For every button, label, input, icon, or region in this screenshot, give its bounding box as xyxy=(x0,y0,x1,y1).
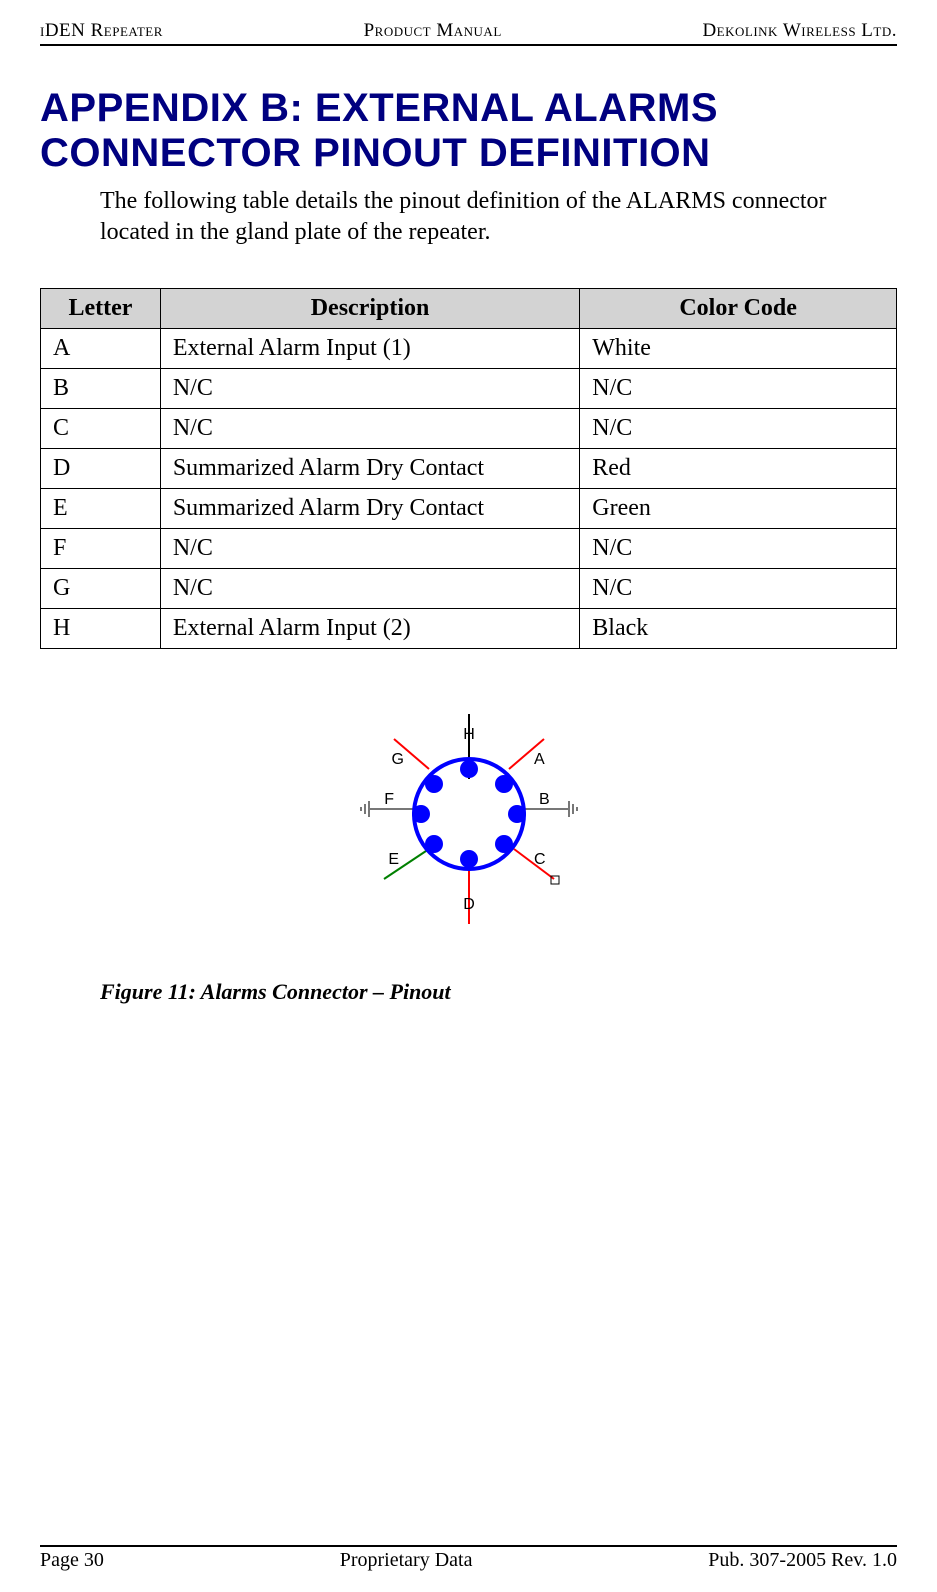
header-color-code: Color Code xyxy=(580,289,897,329)
pin-label-f: F xyxy=(384,791,394,808)
connector-diagram-icon: H A B C D E F G xyxy=(339,709,599,939)
pin-label-a: A xyxy=(534,751,545,768)
cell-desc: External Alarm Input (2) xyxy=(160,609,579,649)
table-row: D Summarized Alarm Dry Contact Red xyxy=(41,449,897,489)
cell-color: Green xyxy=(580,489,897,529)
footer-pub: Pub. 307-2005 Rev. 1.0 xyxy=(708,1549,897,1572)
table-row: A External Alarm Input (1) White xyxy=(41,329,897,369)
table-row: G N/C N/C xyxy=(41,569,897,609)
header-right: Dekolink Wireless Ltd. xyxy=(702,20,897,42)
table-row: E Summarized Alarm Dry Contact Green xyxy=(41,489,897,529)
pinout-table: Letter Description Color Code A External… xyxy=(40,288,897,649)
cell-desc: N/C xyxy=(160,569,579,609)
table-row: H External Alarm Input (2) Black xyxy=(41,609,897,649)
cell-color: White xyxy=(580,329,897,369)
intro-paragraph: The following table details the pinout d… xyxy=(100,186,897,248)
table-row: F N/C N/C xyxy=(41,529,897,569)
cell-desc: N/C xyxy=(160,409,579,449)
cell-desc: N/C xyxy=(160,529,579,569)
cell-desc: N/C xyxy=(160,369,579,409)
appendix-title: APPENDIX B: EXTERNAL ALARMS CONNECTOR PI… xyxy=(40,86,897,176)
cell-letter: G xyxy=(41,569,161,609)
cell-letter: H xyxy=(41,609,161,649)
title-line-1: APPENDIX B: EXTERNAL ALARMS xyxy=(40,86,718,130)
figure-caption: Figure 11: Alarms Connector – Pinout xyxy=(100,979,897,1005)
cell-letter: D xyxy=(41,449,161,489)
connector-figure: H A B C D E F G xyxy=(40,709,897,939)
page-header: iDEN Repeater Product Manual Dekolink Wi… xyxy=(40,20,897,46)
cell-desc: Summarized Alarm Dry Contact xyxy=(160,489,579,529)
header-description: Description xyxy=(160,289,579,329)
cell-color: N/C xyxy=(580,569,897,609)
footer-proprietary: Proprietary Data xyxy=(104,1549,708,1572)
cell-color: N/C xyxy=(580,409,897,449)
table-row: B N/C N/C xyxy=(41,369,897,409)
table-row: C N/C N/C xyxy=(41,409,897,449)
table-header-row: Letter Description Color Code xyxy=(41,289,897,329)
title-line-2: CONNECTOR PINOUT DEFINITION xyxy=(40,131,711,175)
cell-letter: A xyxy=(41,329,161,369)
cell-letter: E xyxy=(41,489,161,529)
pin-label-e: E xyxy=(388,851,399,868)
header-left: iDEN Repeater xyxy=(40,20,163,42)
cell-letter: B xyxy=(41,369,161,409)
pin-label-d: D xyxy=(463,896,475,913)
cell-color: Black xyxy=(580,609,897,649)
page-footer: Page 30 Proprietary Data Pub. 307-2005 R… xyxy=(40,1545,897,1572)
cell-color: N/C xyxy=(580,529,897,569)
cell-desc: Summarized Alarm Dry Contact xyxy=(160,449,579,489)
cell-color: N/C xyxy=(580,369,897,409)
header-center: Product Manual xyxy=(163,20,703,42)
footer-page: Page 30 xyxy=(40,1549,104,1572)
pin-label-h: H xyxy=(463,726,475,743)
cell-color: Red xyxy=(580,449,897,489)
cell-letter: C xyxy=(41,409,161,449)
header-letter: Letter xyxy=(41,289,161,329)
cell-desc: External Alarm Input (1) xyxy=(160,329,579,369)
pin-label-c: C xyxy=(534,851,546,868)
cell-letter: F xyxy=(41,529,161,569)
pin-label-g: G xyxy=(391,751,403,768)
pin-label-b: B xyxy=(539,791,550,808)
